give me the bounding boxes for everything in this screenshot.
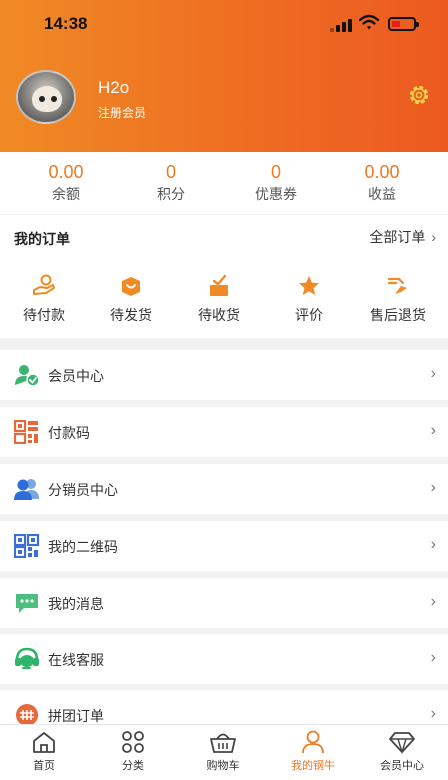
- order-item-label: 待发货: [110, 307, 152, 323]
- menu-label: 拼团订单: [48, 708, 104, 724]
- box-check-icon: [210, 274, 228, 296]
- home-icon: [33, 732, 55, 753]
- stat-earnings[interactable]: 0.00 收益: [332, 162, 432, 204]
- stat-value: 0.00: [48, 162, 84, 182]
- bottom-tab-bar: 首页 分类 购物车 我的钢牛 会员中心: [0, 724, 448, 780]
- menu-label: 我的二维码: [48, 539, 118, 555]
- all-orders-label: 全部订单: [369, 229, 426, 245]
- tab-profile[interactable]: 我的钢牛: [268, 729, 358, 773]
- chevron-right-icon: ›: [430, 593, 436, 610]
- user-icon: [302, 730, 324, 754]
- tab-member-center[interactable]: 会员中心: [357, 729, 447, 773]
- tab-cart[interactable]: 购物车: [178, 729, 268, 773]
- chevron-right-icon: ›: [430, 649, 436, 666]
- wallet-hand-icon: [33, 274, 55, 295]
- star-icon: [299, 276, 319, 295]
- avatar[interactable]: [16, 70, 76, 124]
- wifi-icon: [359, 14, 379, 30]
- order-pending-receipt[interactable]: 待收货: [174, 273, 264, 325]
- diamond-icon: [389, 732, 415, 754]
- stat-balance[interactable]: 0.00 余额: [16, 162, 116, 204]
- member-level: 注册会员: [98, 106, 147, 120]
- stat-value: 0: [165, 162, 176, 182]
- qrcode-icon: [14, 534, 40, 558]
- chevron-right-icon: ›: [430, 705, 436, 722]
- message-icon: [16, 594, 38, 613]
- all-orders-link[interactable]: 全部订单 ›: [369, 227, 436, 247]
- order-pending-shipment[interactable]: 待发货: [86, 273, 176, 325]
- member-icon: [15, 365, 40, 387]
- account-stats: 0.00 余额 0 积分 0 优惠券 0.00 收益: [0, 152, 448, 214]
- order-after-sales[interactable]: 售后退货: [353, 273, 443, 325]
- order-item-label: 待付款: [23, 307, 65, 323]
- username: H2o: [98, 78, 130, 97]
- stat-coupons[interactable]: 0 优惠券: [226, 162, 326, 204]
- menu-my-messages[interactable]: 我的消息 ›: [0, 578, 448, 628]
- menu-my-qrcode[interactable]: 我的二维码 ›: [0, 521, 448, 571]
- cart-icon: [210, 733, 236, 753]
- tab-label: 分类: [122, 760, 144, 772]
- stat-label: 收益: [368, 186, 396, 202]
- stat-value: 0: [270, 162, 281, 182]
- chevron-right-icon: ›: [431, 229, 436, 245]
- order-item-label: 待收货: [198, 307, 240, 323]
- chevron-right-icon: ›: [430, 536, 436, 553]
- menu-label: 付款码: [48, 425, 90, 441]
- menu-label: 我的消息: [48, 596, 104, 612]
- menu-distributor-center[interactable]: 分销员中心 ›: [0, 464, 448, 514]
- chevron-right-icon: ›: [430, 365, 436, 382]
- order-review[interactable]: 评价: [264, 273, 354, 325]
- stat-label: 积分: [157, 186, 185, 202]
- category-icon: [122, 731, 144, 753]
- stat-points[interactable]: 0 积分: [121, 162, 221, 204]
- battery-icon: [388, 17, 419, 31]
- menu-label: 在线客服: [48, 652, 104, 668]
- chevron-right-icon: ›: [430, 422, 436, 439]
- return-icon: [387, 277, 407, 294]
- signal-icon: [330, 18, 352, 32]
- stat-label: 优惠券: [255, 186, 297, 202]
- payment-code-icon: [14, 420, 38, 444]
- menu-member-center[interactable]: 会员中心 ›: [0, 350, 448, 400]
- order-pending-payment[interactable]: 待付款: [0, 273, 89, 325]
- tab-label: 我的钢牛: [291, 760, 335, 772]
- package-icon: [122, 277, 140, 296]
- my-orders-section: 我的订单 全部订单 › 待付款 待发货 待收货 评价 售后退货: [0, 214, 448, 338]
- menu-label: 分销员中心: [48, 482, 118, 498]
- status-bar: 14:38: [0, 12, 448, 36]
- tab-home[interactable]: 首页: [0, 729, 89, 773]
- tab-category[interactable]: 分类: [88, 729, 178, 773]
- stat-value: 0.00: [364, 162, 400, 182]
- chevron-right-icon: ›: [430, 479, 436, 496]
- status-time: 14:38: [44, 14, 88, 33]
- menu-online-service[interactable]: 在线客服 ›: [0, 634, 448, 684]
- order-item-label: 售后退货: [370, 307, 426, 323]
- order-item-label: 评价: [295, 307, 323, 323]
- customer-service-icon: [15, 647, 39, 669]
- stat-label: 余额: [52, 186, 80, 202]
- tab-label: 首页: [33, 760, 55, 772]
- orders-title: 我的订单: [14, 231, 70, 247]
- menu-payment-code[interactable]: 付款码 ›: [0, 407, 448, 457]
- distributor-icon: [14, 479, 39, 500]
- menu-label: 会员中心: [48, 368, 104, 384]
- tab-label: 购物车: [206, 760, 240, 772]
- profile-header: 14:38 H2o 注册会员: [0, 0, 448, 152]
- tab-label: 会员中心: [380, 760, 424, 772]
- settings-icon[interactable]: [406, 82, 432, 108]
